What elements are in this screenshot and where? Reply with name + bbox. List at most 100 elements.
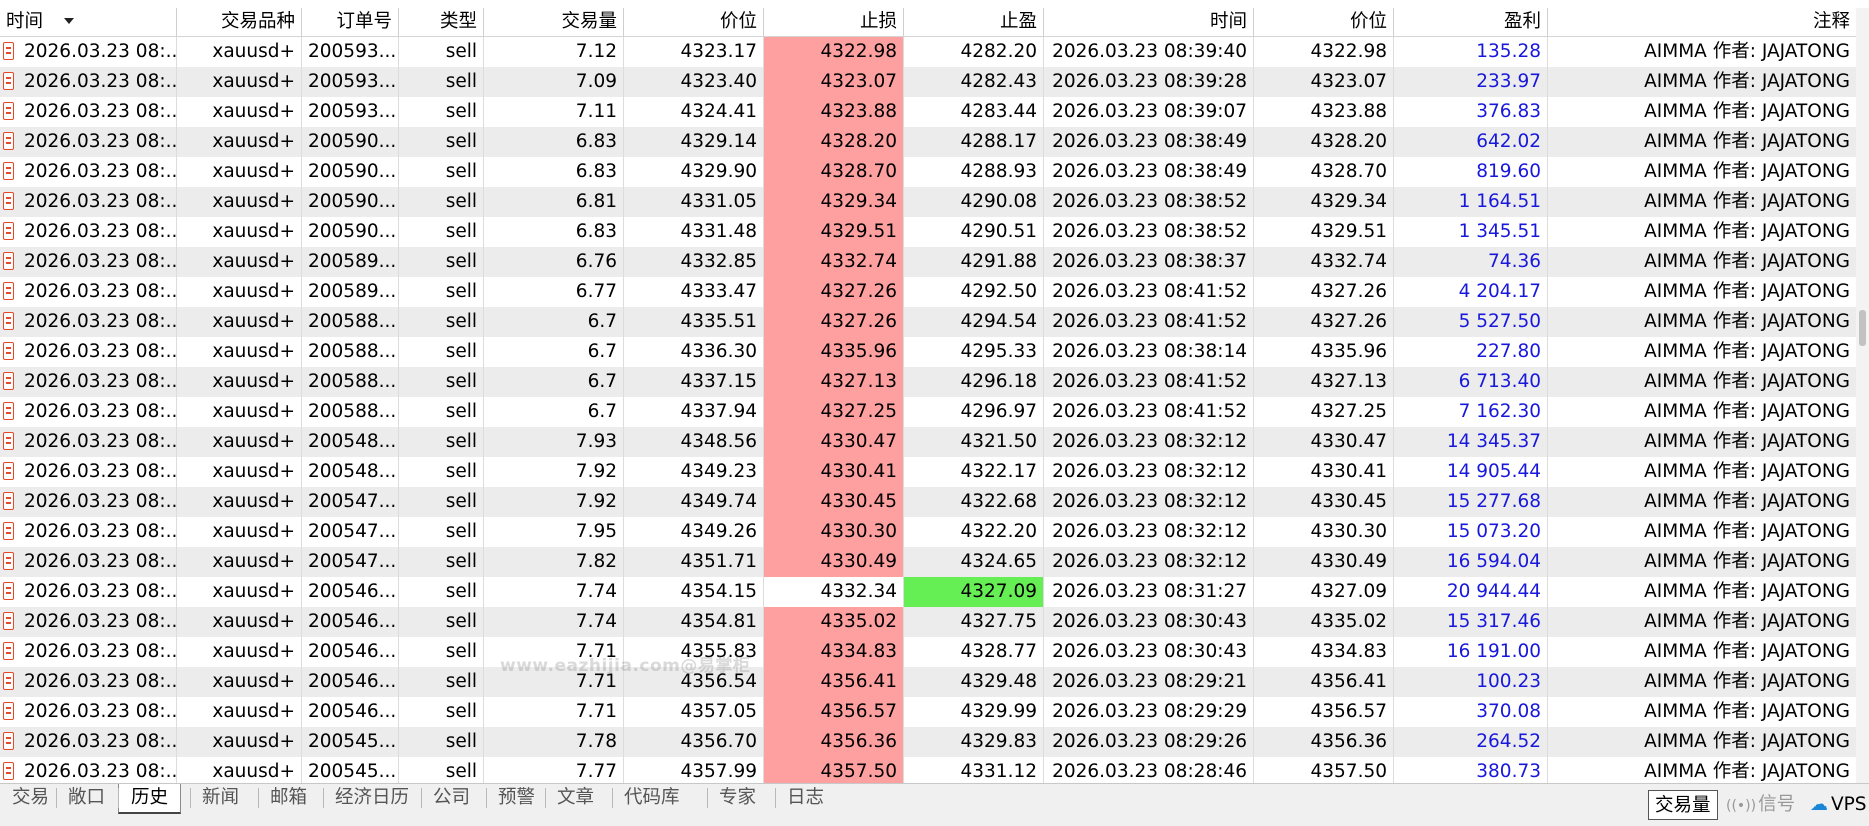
col-header-sl[interactable]: 止损 (764, 8, 904, 36)
take-profit-cell: 4329.83 (904, 727, 1044, 757)
table-row[interactable]: 2026.03.23 08:... xauusd+ 200590... sell 6.8… (0, 187, 1869, 217)
close-time-cell: 2026.03.23 08:29:26 (1044, 727, 1254, 757)
col-header-open-price[interactable]: 价位 (624, 8, 764, 36)
table-row[interactable]: 2026.03.23 08:... xauusd+ 200590... sell 6.8… (0, 157, 1869, 187)
close-price-cell: 4356.36 (1254, 727, 1394, 757)
stop-loss-cell: 4328.70 (764, 157, 904, 187)
comment-cell: AIMMA 作者: JAJATONG (1644, 131, 1850, 152)
open-time-cell: 2026.03.23 08:... (0, 397, 177, 427)
stop-loss-cell: 4328.20 (764, 127, 904, 157)
volume-button[interactable]: 交易量 (1648, 790, 1718, 820)
symbol-cell: xauusd+ (177, 397, 302, 427)
take-profit-cell: 4327.09 (904, 577, 1044, 607)
table-row[interactable]: 2026.03.23 08:... xauusd+ 200548... sell 7.9… (0, 457, 1869, 487)
tab-11[interactable]: 日志 (775, 784, 836, 812)
symbol-cell: xauusd+ (177, 97, 302, 127)
table-row[interactable]: 2026.03.23 08:... xauusd+ 200590... sell 6.8… (0, 127, 1869, 157)
type-cell: sell (399, 727, 484, 757)
col-header-close-price[interactable]: 价位 (1254, 8, 1394, 36)
table-row[interactable]: 2026.03.23 08:... xauusd+ 200546... sell 7.7… (0, 637, 1869, 667)
col-header-type[interactable]: 类型 (399, 8, 484, 36)
symbol-cell: xauusd+ (177, 637, 302, 667)
symbol-cell: xauusd+ (177, 697, 302, 727)
open-time-text: 2026.03.23 08:... (24, 491, 177, 512)
tab-5[interactable]: 经济日历 (323, 784, 421, 812)
vps-status[interactable]: ☁ VPS (1810, 790, 1867, 820)
tab-2[interactable]: 历史 (118, 784, 182, 814)
table-row[interactable]: 2026.03.23 08:... xauusd+ 200589... sell 6.7… (0, 247, 1869, 277)
open-price-cell: 4336.30 (624, 337, 764, 367)
table-row[interactable]: 2026.03.23 08:... xauusd+ 200546... sell 7.7… (0, 667, 1869, 697)
col-header-volume[interactable]: 交易量 (484, 8, 624, 36)
col-header-profit[interactable]: 盈利 (1394, 8, 1548, 36)
comment-cell: AIMMA 作者: JAJATONG (1644, 191, 1850, 212)
signal-status[interactable]: ((•)) 信号 (1726, 790, 1795, 821)
stop-loss-cell: 4335.02 (764, 607, 904, 637)
table-row[interactable]: 2026.03.23 08:... xauusd+ 200546... sell 7.7… (0, 577, 1869, 607)
table-row[interactable]: 2026.03.23 08:... xauusd+ 200547... sell 7.9… (0, 487, 1869, 517)
close-time-cell: 2026.03.23 08:32:12 (1044, 487, 1254, 517)
table-row[interactable]: 2026.03.23 08:... xauusd+ 200593... sell 7.1… (0, 37, 1869, 67)
table-row[interactable]: 2026.03.23 08:... xauusd+ 200593... sell 7.0… (0, 67, 1869, 97)
profit-cell: 14 905.44 (1394, 457, 1548, 487)
vps-label: VPS (1831, 794, 1867, 815)
type-cell: sell (399, 637, 484, 667)
open-price-cell: 4349.74 (624, 487, 764, 517)
tab-10[interactable]: 专家 (707, 784, 768, 812)
col-header-symbol[interactable]: 交易品种 (177, 8, 302, 36)
open-time-cell: 2026.03.23 08:... (0, 37, 177, 67)
open-time-text: 2026.03.23 08:... (24, 191, 177, 212)
scrollbar-thumb[interactable] (1859, 310, 1866, 346)
profit-cell: 14 345.37 (1394, 427, 1548, 457)
take-profit-cell: 4282.20 (904, 37, 1044, 67)
take-profit-cell: 4296.97 (904, 397, 1044, 427)
table-row[interactable]: 2026.03.23 08:... xauusd+ 200588... sell 6.7… (0, 397, 1869, 427)
ticket-cell: 200593... (302, 67, 399, 97)
tab-1[interactable]: 敞口 (56, 784, 117, 812)
tab-6[interactable]: 公司 (421, 784, 482, 812)
table-row[interactable]: 2026.03.23 08:... xauusd+ 200548... sell 7.9… (0, 427, 1869, 457)
close-price-cell: 4330.41 (1254, 457, 1394, 487)
take-profit-cell: 4290.08 (904, 187, 1044, 217)
col-header-open-time[interactable]: 时间 (0, 8, 177, 36)
order-document-icon (3, 312, 14, 330)
tab-9[interactable]: 代码库 (612, 784, 692, 812)
table-row[interactable]: 2026.03.23 08:... xauusd+ 200545... sell 7.7… (0, 727, 1869, 757)
col-header-tp[interactable]: 止盈 (904, 8, 1044, 36)
stop-loss-cell: 4356.41 (764, 667, 904, 697)
table-header: 时间 交易品种 订单号 类型 交易量 价位 止损 止盈 时间 价位 盈利 注释 (0, 8, 1869, 37)
take-profit-cell: 4322.68 (904, 487, 1044, 517)
order-document-icon (3, 162, 14, 180)
table-row[interactable]: 2026.03.23 08:... xauusd+ 200546... sell 7.7… (0, 697, 1869, 727)
table-row[interactable]: 2026.03.23 08:... xauusd+ 200589... sell 6.7… (0, 277, 1869, 307)
tab-8[interactable]: 文章 (545, 784, 606, 812)
volume-cell: 7.12 (484, 37, 624, 67)
table-row[interactable]: 2026.03.23 08:... xauusd+ 200593... sell 7.1… (0, 97, 1869, 127)
table-row[interactable]: 2026.03.23 08:... xauusd+ 200547... sell 7.8… (0, 547, 1869, 577)
table-row[interactable]: 2026.03.23 08:... xauusd+ 200590... sell 6.8… (0, 217, 1869, 247)
col-header-ticket[interactable]: 订单号 (302, 8, 399, 36)
col-header-comment[interactable]: 注释 (1548, 8, 1856, 36)
table-row[interactable]: 2026.03.23 08:... xauusd+ 200588... sell 6.7… (0, 307, 1869, 337)
tab-separator (118, 788, 119, 808)
tab-4[interactable]: 邮箱 (258, 784, 319, 812)
tab-0[interactable]: 交易 (0, 784, 61, 812)
stop-loss-cell: 4334.83 (764, 637, 904, 667)
symbol-cell: xauusd+ (177, 37, 302, 67)
stop-loss-cell: 4332.34 (764, 577, 904, 607)
table-row[interactable]: 2026.03.23 08:... xauusd+ 200588... sell 6.7… (0, 337, 1869, 367)
close-time-cell: 2026.03.23 08:32:12 (1044, 547, 1254, 577)
table-row[interactable]: 2026.03.23 08:... xauusd+ 200547... sell 7.9… (0, 517, 1869, 547)
table-row[interactable]: 2026.03.23 08:... xauusd+ 200546... sell 7.7… (0, 607, 1869, 637)
sort-desc-arrow-icon[interactable] (64, 18, 74, 24)
symbol-cell: xauusd+ (177, 367, 302, 397)
col-header-close-time[interactable]: 时间 (1044, 8, 1254, 36)
comment-cell: AIMMA 作者: JAJATONG (1644, 461, 1850, 482)
table-row[interactable]: 2026.03.23 08:... xauusd+ 200588... sell 6.7… (0, 367, 1869, 397)
tab-7[interactable]: 预警 (486, 784, 547, 812)
close-price-cell: 4328.20 (1254, 127, 1394, 157)
ticket-cell: 200588... (302, 337, 399, 367)
vertical-scrollbar[interactable] (1856, 8, 1869, 783)
take-profit-cell: 4283.44 (904, 97, 1044, 127)
tab-3[interactable]: 新闻 (190, 784, 251, 812)
